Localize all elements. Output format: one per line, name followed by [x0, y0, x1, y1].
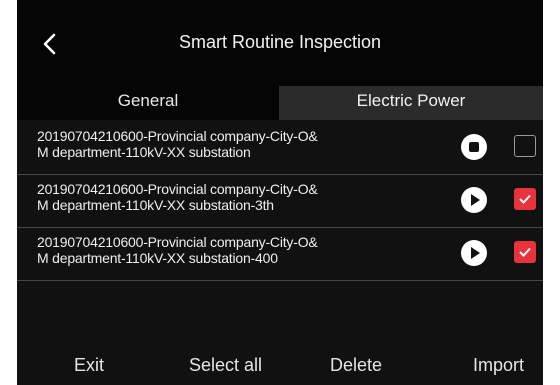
task-name: 20190704210600-Provincial company-City-O… — [37, 128, 437, 160]
play-button[interactable] — [461, 187, 487, 213]
task-name: 20190704210600-Provincial company-City-O… — [37, 234, 437, 266]
delete-button[interactable]: Delete — [330, 355, 382, 376]
play-icon — [471, 247, 480, 259]
select-all-button[interactable]: Select all — [189, 355, 262, 376]
tab-bar: General Electric Power — [17, 86, 543, 120]
task-name-line-2: M department-110kV-XX substation-400 — [37, 250, 278, 266]
play-icon — [471, 194, 480, 206]
list-item[interactable]: 20190704210600-Provincial company-City-O… — [17, 175, 543, 228]
list-item[interactable]: 20190704210600-Provincial company-City-O… — [17, 228, 543, 281]
select-checkbox[interactable] — [514, 188, 536, 210]
play-button[interactable] — [461, 240, 487, 266]
task-name-line-1: 20190704210600-Provincial company-City-O… — [37, 128, 318, 144]
import-button[interactable]: Import — [473, 355, 524, 376]
task-name-line-1: 20190704210600-Provincial company-City-O… — [37, 234, 318, 250]
select-checkbox[interactable] — [514, 241, 536, 263]
title-bar: Smart Routine Inspection — [17, 0, 543, 86]
list-item[interactable]: 20190704210600-Provincial company-City-O… — [17, 122, 543, 175]
exit-button[interactable]: Exit — [74, 355, 104, 376]
app-screen: Smart Routine Inspection General Electri… — [17, 0, 543, 385]
task-name-line-2: M department-110kV-XX substation — [37, 144, 251, 160]
page-title: Smart Routine Inspection — [178, 32, 382, 52]
tab-electric-power[interactable]: Electric Power — [279, 86, 543, 120]
task-name-line-2: M department-110kV-XX substation-3th — [37, 197, 274, 213]
stop-icon — [469, 142, 479, 152]
bottom-action-bar: Exit Select all Delete Import — [17, 340, 543, 385]
checkmark-icon — [519, 247, 531, 257]
tab-general[interactable]: General — [17, 86, 279, 120]
task-name-line-1: 20190704210600-Provincial company-City-O… — [37, 181, 318, 197]
checkmark-icon — [519, 194, 531, 204]
task-name: 20190704210600-Provincial company-City-O… — [37, 181, 437, 213]
select-checkbox[interactable] — [514, 135, 536, 157]
stop-button[interactable] — [461, 134, 487, 160]
